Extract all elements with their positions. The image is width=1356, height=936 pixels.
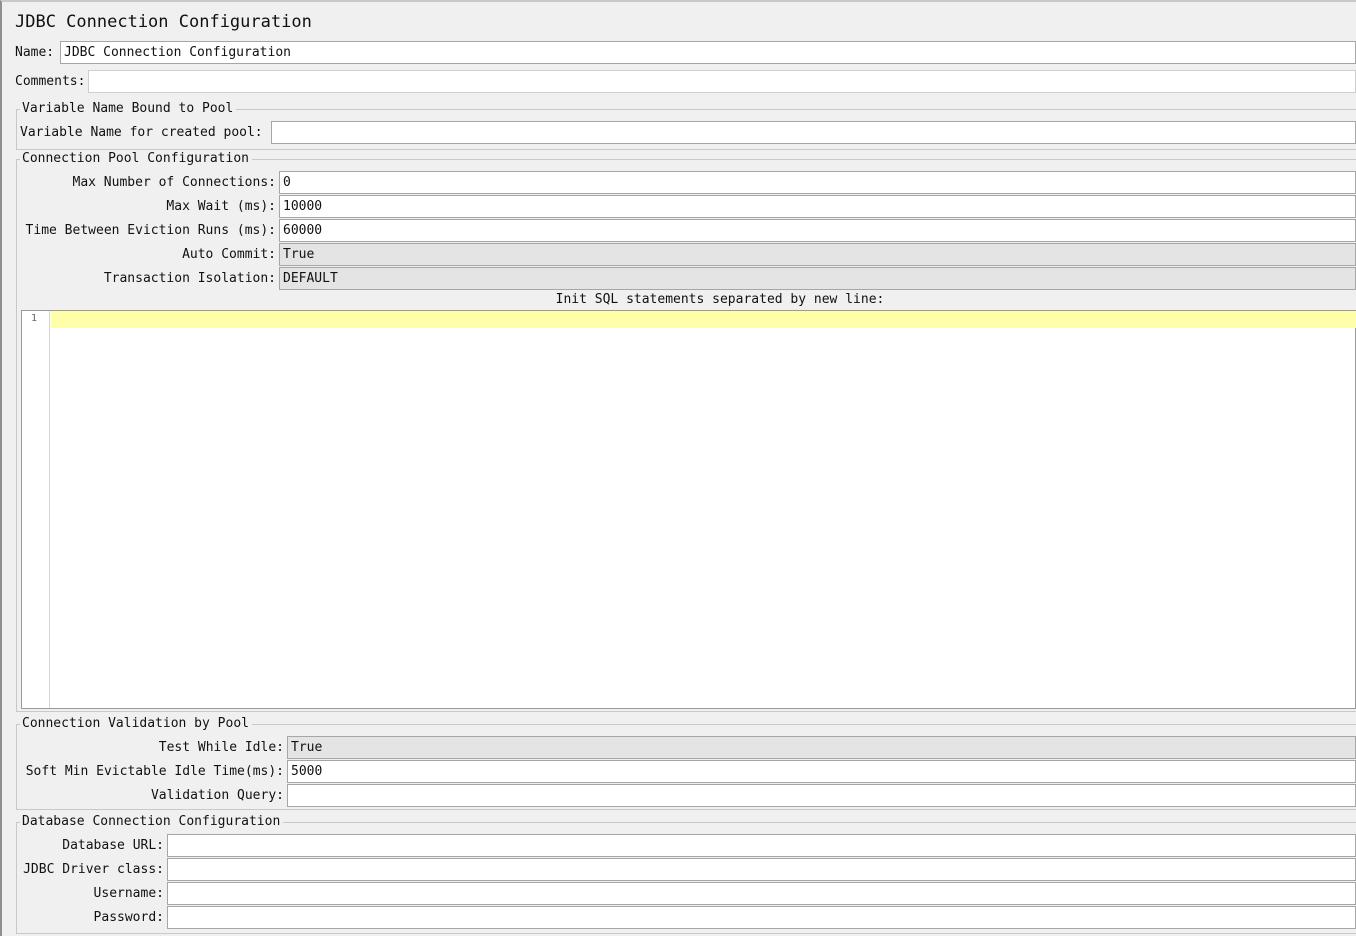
database-connection-group-legend: Database Connection Configuration: [20, 814, 284, 830]
connection-validation-group-legend: Connection Validation by Pool: [20, 716, 252, 732]
validation-query-label: Validation Query:: [150, 788, 284, 803]
test-while-idle-label: Test While Idle:: [158, 740, 284, 755]
connection-pool-group-legend: Connection Pool Configuration: [20, 151, 252, 167]
max-connections-label: Max Number of Connections:: [72, 175, 277, 190]
line-number-gutter: [22, 311, 50, 708]
transaction-isolation-select[interactable]: DEFAULT: [279, 267, 1356, 290]
current-line-highlight[interactable]: [51, 311, 1356, 328]
auto-commit-label: Auto Commit:: [182, 247, 276, 262]
pool-variable-field[interactable]: [271, 121, 1356, 144]
max-connections-field[interactable]: 0: [279, 171, 1356, 194]
database-url-field[interactable]: [167, 834, 1356, 857]
line-number: 1: [30, 313, 38, 324]
auto-commit-select[interactable]: True: [279, 243, 1356, 266]
max-wait-field[interactable]: 10000: [279, 195, 1356, 218]
transaction-isolation-label: Transaction Isolation:: [103, 271, 276, 286]
eviction-runs-label: Time Between Eviction Runs (ms):: [25, 223, 276, 238]
init-sql-label: Init SQL statements separated by new lin…: [555, 292, 885, 307]
eviction-runs-field[interactable]: 60000: [279, 219, 1356, 242]
pool-variable-label: Variable Name for created pool:: [20, 125, 263, 140]
soft-min-idle-time-label: Soft Min Evictable Idle Time(ms):: [25, 764, 284, 779]
password-field[interactable]: [167, 906, 1356, 929]
max-wait-label: Max Wait (ms):: [166, 199, 276, 214]
comments-label: Comments:: [15, 74, 86, 89]
panel-title: JDBC Connection Configuration: [15, 12, 312, 32]
name-field[interactable]: JDBC Connection Configuration: [60, 41, 1356, 64]
variable-name-group-legend: Variable Name Bound to Pool: [20, 101, 237, 117]
database-url-label: Database URL:: [62, 838, 164, 853]
jdbc-driver-class-field[interactable]: [167, 858, 1356, 881]
jdbc-driver-class-label: JDBC Driver class:: [23, 862, 164, 877]
name-label: Name:: [15, 45, 55, 60]
init-sql-editor[interactable]: [21, 310, 1356, 709]
password-label: Password:: [93, 910, 164, 925]
username-field[interactable]: [167, 882, 1356, 905]
username-label: Username:: [93, 886, 164, 901]
soft-min-idle-time-field[interactable]: 5000: [287, 760, 1356, 783]
validation-query-field[interactable]: [287, 784, 1356, 807]
test-while-idle-select[interactable]: True: [287, 736, 1356, 759]
comments-field[interactable]: [88, 70, 1356, 93]
